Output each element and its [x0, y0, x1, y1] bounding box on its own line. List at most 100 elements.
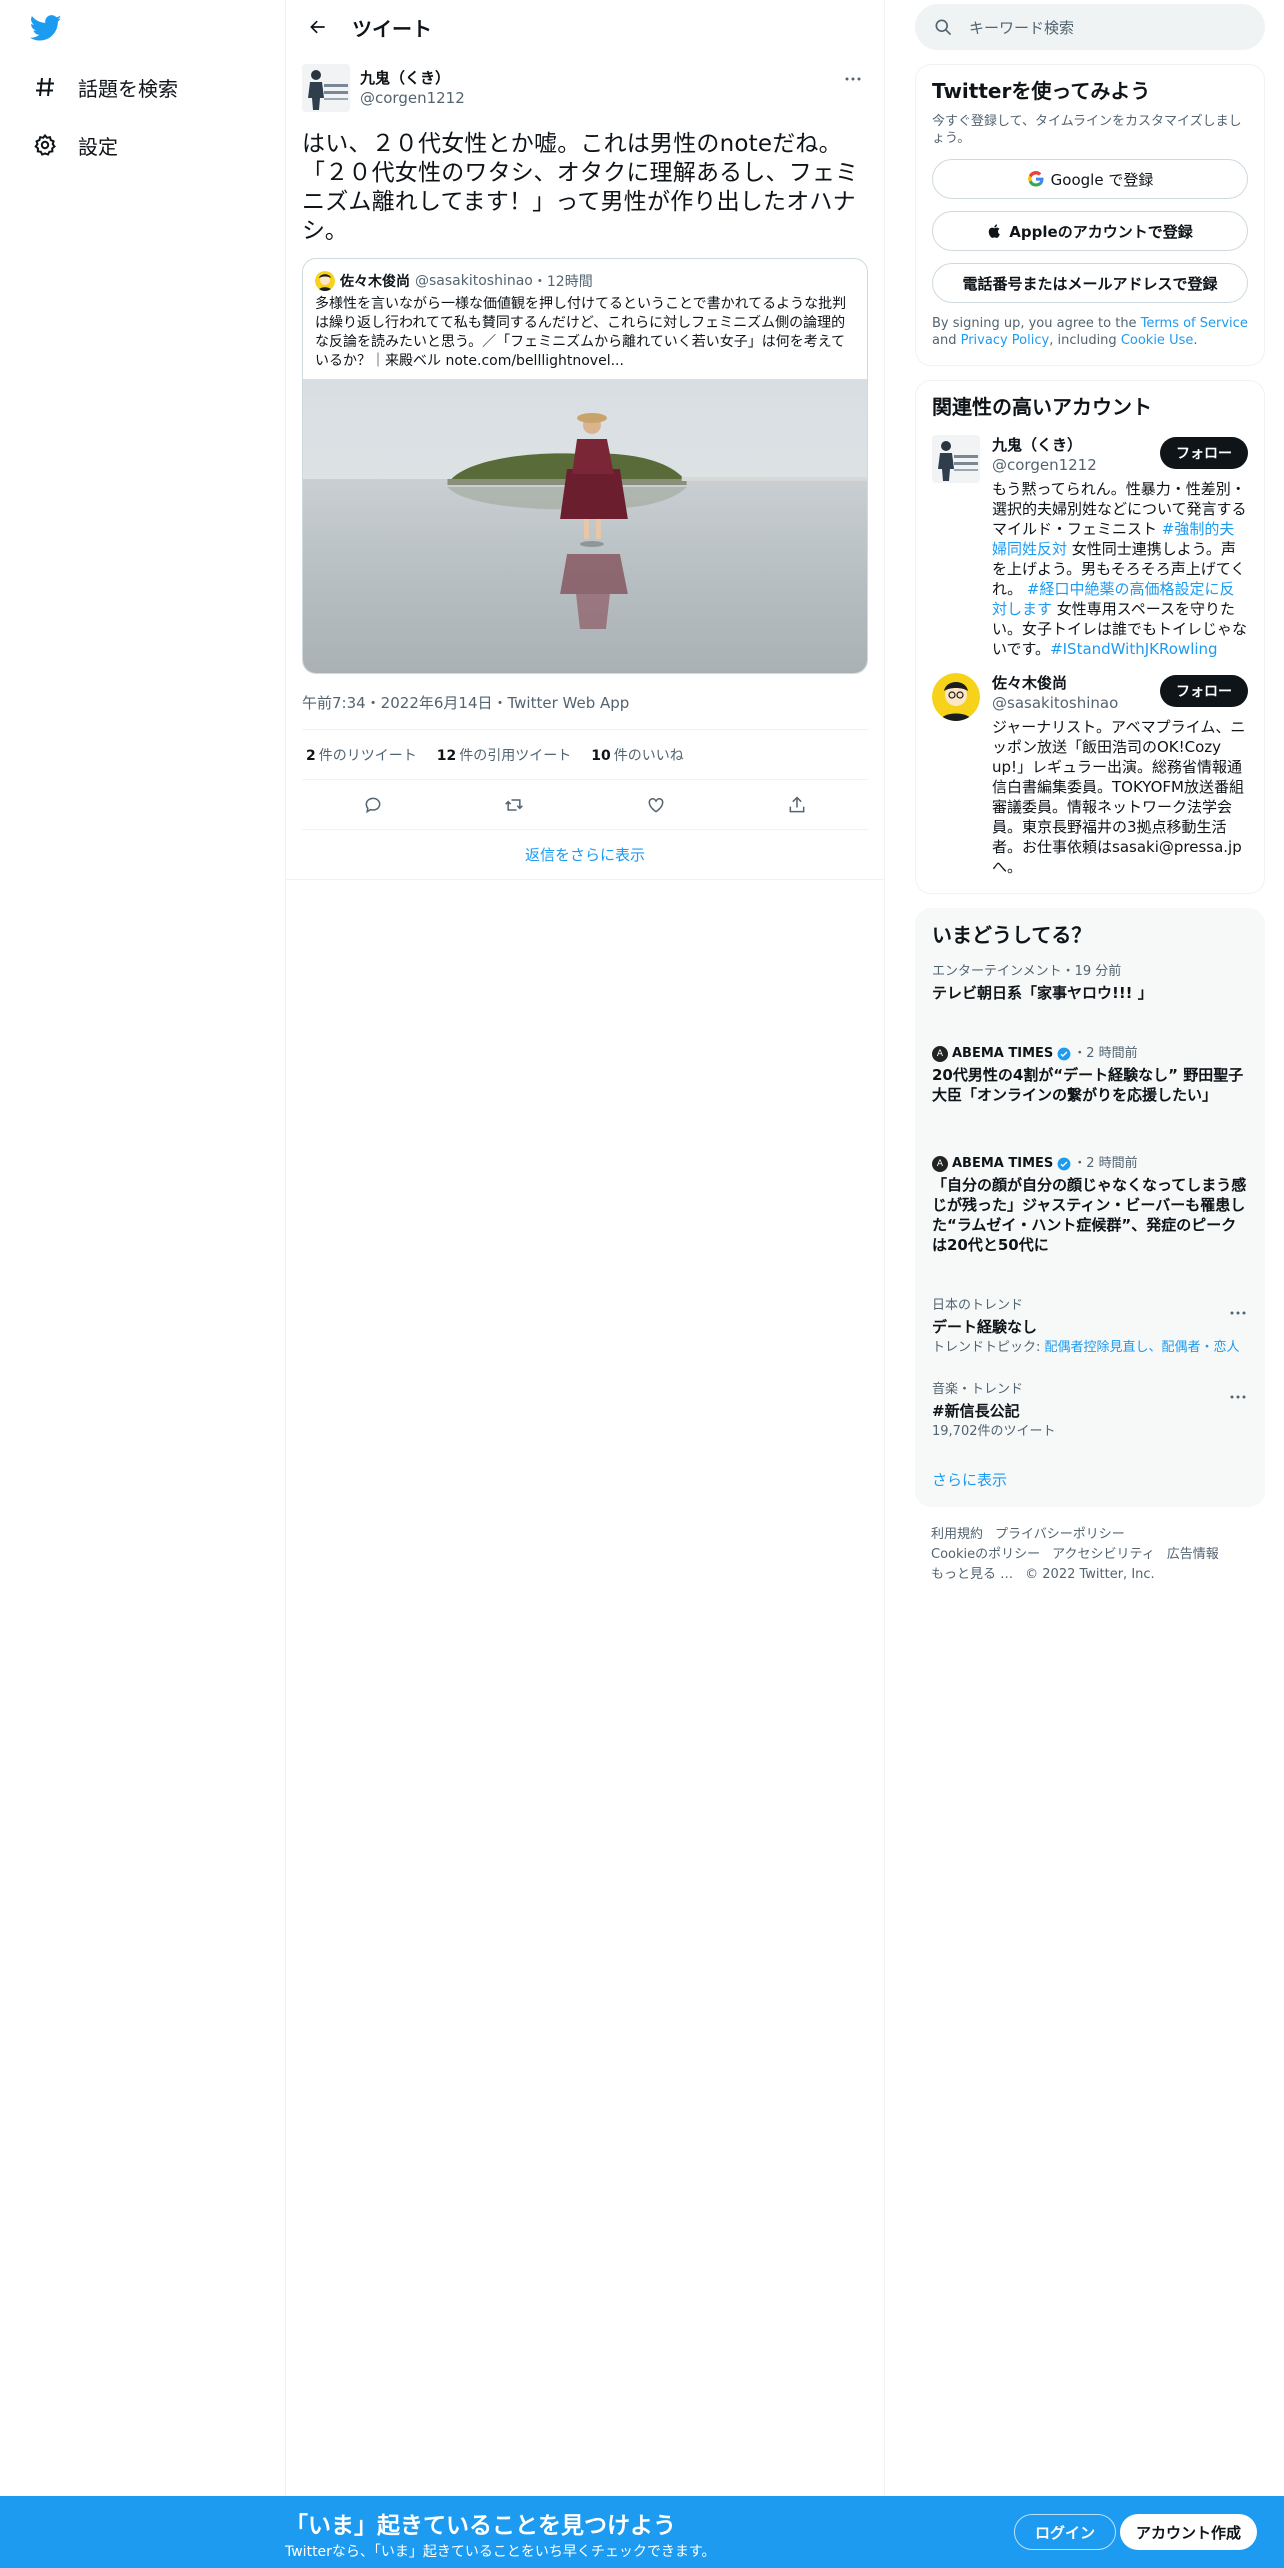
tweet-text: はい、２０代女性とか嘘。これは男性のnoteだね。「２０代女性のワタシ、オタクに… [302, 131, 859, 244]
trend-item[interactable]: エンターテインメント・19 分前 テレビ朝日系「家事ヤロウ!!! 」 [932, 963, 1248, 1041]
more-options-icon[interactable] [1228, 1301, 1248, 1315]
account-item[interactable]: 佐々木俊尚 @sasakitoshinao ジャーナリスト。アベマプライム、ニッ… [932, 673, 1248, 877]
create-account-button[interactable]: アカウント作成 [1120, 2514, 1258, 2550]
footer: 利用規約 プライバシーポリシー Cookieのポリシー アクセシビリティ 広告情報 も… [915, 1525, 1265, 1585]
avatar[interactable] [932, 673, 980, 721]
quoted-avatar [315, 270, 335, 291]
avatar[interactable] [932, 435, 980, 483]
back-arrow-icon[interactable] [300, 9, 336, 45]
trend-headline: 20代男性の4割が“デート経験なし” 野田聖子大臣「オンラインの繋がりを応援した… [932, 1066, 1244, 1104]
avatar[interactable] [302, 64, 350, 112]
tweet-actions [302, 780, 868, 830]
trends-card: いまどうしてる？ エンターテインメント・19 分前 テレビ朝日系「家事ヤロウ!!… [915, 908, 1265, 1507]
trends-show-more-link[interactable]: さらに表示 [932, 1469, 1248, 1490]
twitter-logo-icon[interactable] [29, 12, 70, 46]
quote-count-label: 件の引用ツイート [459, 747, 572, 764]
cookie-use-link[interactable]: Cookie Use [1121, 333, 1194, 348]
right-sidebar: キーワード検索 Twitterを使ってみよう 今すぐ登録して、タイムラインをカス… [915, 0, 1265, 1585]
trend-headline: #新信長公記 [932, 1402, 1020, 1420]
quoted-author-handle: @sasakitoshinao [415, 272, 533, 289]
footer-terms-link[interactable]: 利用規約 [931, 1527, 983, 1542]
trend-item[interactable]: 音楽・トレンド #新信長公記 19,702件のツイート [932, 1381, 1248, 1445]
quoted-tweet-photo[interactable] [303, 379, 867, 673]
like-count[interactable]: 10 件のいいね [591, 745, 683, 765]
gear-icon [30, 130, 60, 160]
share-icon[interactable] [779, 787, 815, 823]
google-icon [1027, 170, 1045, 188]
search-input[interactable]: キーワード検索 [915, 4, 1265, 50]
terms-end: . [1193, 333, 1198, 348]
signup-card: Twitterを使ってみよう 今すぐ登録して、タイムラインをカスタマイズしましょ… [915, 64, 1265, 366]
trend-sub-prefix: トレンドトピック: [932, 1340, 1045, 1355]
privacy-policy-link[interactable]: Privacy Policy [961, 333, 1050, 348]
like-icon[interactable] [638, 787, 674, 823]
quoted-author-name: 佐々木俊尚 [340, 273, 410, 290]
footer-ads-link[interactable]: 広告情報 [1167, 1547, 1219, 1562]
login-button[interactable]: ログイン [1014, 2514, 1117, 2550]
trend-headline: 「自分の顔が自分の顔じゃなくなってしまう感じが残った」ジャスティン・ビーバーも罹… [932, 1176, 1247, 1254]
main-column: ツイート 九鬼（くき） @corgen1212 はい、２０代女性とか嘘。これは男… [285, 0, 885, 2568]
page: 話題を検索 設定 ツイート 九鬼（くき） @corgen1212 はい、２０代女… [0, 0, 1284, 2568]
account-item[interactable]: 九鬼（くき） @corgen1212 もう黙ってられん。性暴力・性差別・選択的夫… [932, 435, 1248, 659]
search-placeholder: キーワード検索 [969, 18, 1075, 37]
footer-cookie-link[interactable]: Cookieのポリシー [931, 1547, 1040, 1562]
account-bio: もう黙ってられん。性暴力・性差別・選択的夫婦別姓などについて発言するマイルド・フ… [992, 479, 1248, 659]
retweet-icon[interactable] [496, 787, 532, 823]
footer-accessibility-link[interactable]: アクセシビリティ [1052, 1547, 1155, 1562]
left-sidebar: 話題を検索 設定 [0, 0, 285, 2568]
quote-count[interactable]: 12 件の引用ツイート [437, 745, 571, 765]
footer-copyright: © 2022 Twitter, Inc. [1025, 1567, 1155, 1582]
page-header: ツイート [286, 0, 884, 54]
nav-explore[interactable]: 話題を検索 [30, 67, 178, 107]
verified-badge-icon [1057, 1157, 1071, 1171]
tweet-timestamp[interactable]: 午前7:34・2022年6月14日・Twitter Web App [302, 692, 868, 730]
quote-count-value: 12 [436, 747, 457, 764]
author-handle[interactable]: @corgen1212 [360, 88, 465, 108]
trend-item[interactable]: A ABEMA TIMES ・2 時間前 「自分の顔が自分の顔じゃなくなってしまう感… [932, 1155, 1248, 1283]
apple-signup-label: Appleのアカウントで登録 [1009, 222, 1193, 241]
trend-item[interactable]: A ABEMA TIMES ・2 時間前 20代男性の4割が“デート経験なし” 野田… [932, 1045, 1248, 1141]
terms-of-service-link[interactable]: Terms of Service [1141, 316, 1248, 331]
phone-email-signup-label: 電話番号またはメールアドレスで登録 [962, 274, 1218, 293]
tweet: 九鬼（くき） @corgen1212 はい、２０代女性とか嘘。これは男性のnot… [286, 54, 884, 880]
show-more-replies-button[interactable]: 返信をさらに表示 [286, 830, 884, 880]
reply-icon[interactable] [355, 787, 391, 823]
footer-more-link[interactable]: もっと見る … [931, 1567, 1013, 1582]
author-name[interactable]: 九鬼（くき） [360, 68, 465, 88]
follow-button[interactable]: フォロー [1160, 437, 1248, 469]
relevant-accounts-card: 関連性の高いアカウント 九鬼（くき） @corgen1212 もう黙ってられん。… [915, 380, 1265, 894]
abema-logo-icon: A [932, 1156, 948, 1172]
trend-subtitle: トレンドトピック: 配偶者控除見直し、配偶者・恋人 [932, 1339, 1248, 1357]
search-icon [933, 17, 953, 37]
more-options-icon[interactable] [838, 68, 868, 90]
quoted-time: ・12時間 [532, 273, 593, 290]
banner-title: 「いま」起きていることを見つけよう [285, 2513, 676, 2539]
trend-topic-link[interactable]: 配偶者控除見直し、配偶者・恋人 [1045, 1340, 1240, 1355]
relevant-accounts-title: 関連性の高いアカウント [932, 395, 1152, 419]
trend-source: A ABEMA TIMES ・2 時間前 [932, 1045, 1248, 1063]
signup-terms: By signing up, you agree to the Terms of… [932, 315, 1248, 349]
follow-button[interactable]: フォロー [1160, 675, 1248, 707]
like-count-label: 件のいいね [613, 747, 684, 764]
google-signup-button[interactable]: Google で登録 [932, 159, 1248, 199]
hashtag-icon [30, 72, 60, 102]
trend-headline: デート経験なし [932, 1318, 1038, 1336]
source-name: ABEMA TIMES [952, 1046, 1054, 1061]
quoted-tweet[interactable]: 佐々木俊尚 @sasakitoshinao ・12時間 多様性を言いながら一様な… [302, 258, 868, 674]
quoted-tweet-text: 多様性を言いながら一様な価値観を押し付けてるということで書かれてるような批判は繰… [315, 296, 847, 369]
retweet-count[interactable]: 2 件のリツイート [306, 745, 417, 765]
more-options-icon[interactable] [1228, 1385, 1248, 1399]
trend-category: 音楽・トレンド [932, 1382, 1024, 1397]
footer-privacy-link[interactable]: プライバシーポリシー [995, 1527, 1125, 1542]
nav-settings[interactable]: 設定 [30, 125, 118, 165]
signup-card-subtitle: 今すぐ登録して、タイムラインをカスタマイズしましょう。 [932, 114, 1242, 146]
apple-signup-button[interactable]: Appleのアカウントで登録 [932, 211, 1248, 251]
retweet-count-value: 2 [306, 747, 316, 764]
trend-item[interactable]: 日本のトレンド デート経験なし トレンドトピック: 配偶者控除見直し、配偶者・恋… [932, 1297, 1248, 1367]
apple-icon [987, 223, 1003, 239]
phone-email-signup-button[interactable]: 電話番号またはメールアドレスで登録 [932, 263, 1248, 303]
trend-category: 日本のトレンド [932, 1298, 1024, 1313]
hashtag-link[interactable]: #IStandWithJKRowling [1050, 640, 1218, 658]
nav-settings-label: 設定 [78, 134, 118, 159]
terms-prefix: By signing up, you agree to the [932, 316, 1141, 331]
